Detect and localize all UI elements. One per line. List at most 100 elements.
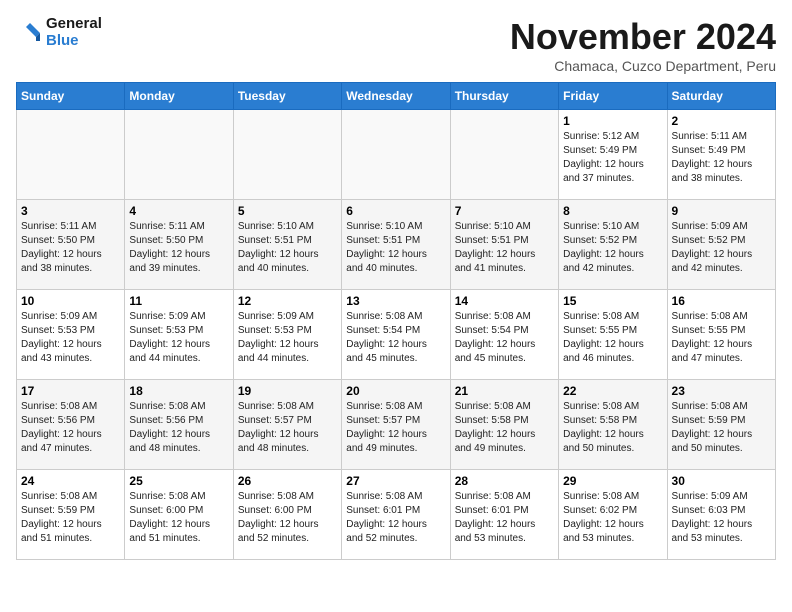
calendar-cell xyxy=(233,110,341,200)
calendar-cell: 18Sunrise: 5:08 AM Sunset: 5:56 PM Dayli… xyxy=(125,380,233,470)
calendar-week-5: 24 Sunrise: 5:08 AM Sunset: 5:59 PM Dayli… xyxy=(17,470,776,560)
day-info: Sunrise: 5:08 AM Sunset: 5:59 PM Dayligh… xyxy=(672,400,771,456)
day-number: 12 xyxy=(238,294,337,308)
day-number: 4 xyxy=(129,204,228,218)
day-number: 3 xyxy=(21,204,120,218)
day-info: Sunrise: 5:09 AM Sunset: 5:53 PM Dayligh… xyxy=(21,310,120,366)
calendar-cell xyxy=(342,110,450,200)
day-info: Sunrise: 5:08 AM Sunset: 6:02 PM Dayligh… xyxy=(563,490,662,546)
calendar-cell: 19 Sunrise: 5:08 AM Sunset: 5:57 PM Dayli… xyxy=(233,380,341,470)
calendar-cell: 16Sunrise: 5:08 AM Sunset: 5:55 PM Dayli… xyxy=(667,290,775,380)
weekday-header-sunday: Sunday xyxy=(17,83,125,110)
day-info: Sunrise: 5:09 AM Sunset: 5:52 PM Dayligh… xyxy=(672,220,771,276)
weekday-header-thursday: Thursday xyxy=(450,83,558,110)
location-subtitle: Chamaca, Cuzco Department, Peru xyxy=(510,58,776,74)
day-number: 28 xyxy=(455,474,554,488)
day-number: 21 xyxy=(455,384,554,398)
calendar-cell xyxy=(17,110,125,200)
calendar-cell: 11 Sunrise: 5:09 AM Sunset: 5:53 PM Dayli… xyxy=(125,290,233,380)
calendar-cell: 5Sunrise: 5:10 AM Sunset: 5:51 PM Daylig… xyxy=(233,200,341,290)
calendar-cell: 24 Sunrise: 5:08 AM Sunset: 5:59 PM Dayli… xyxy=(17,470,125,560)
calendar-cell: 25 Sunrise: 5:08 AM Sunset: 6:00 PM Dayli… xyxy=(125,470,233,560)
day-number: 15 xyxy=(563,294,662,308)
calendar-cell: 27Sunrise: 5:08 AM Sunset: 6:01 PM Dayli… xyxy=(342,470,450,560)
calendar-cell: 1Sunrise: 5:12 AM Sunset: 5:49 PM Daylig… xyxy=(559,110,667,200)
calendar-cell: 9 Sunrise: 5:09 AM Sunset: 5:52 PM Daylig… xyxy=(667,200,775,290)
weekday-header-saturday: Saturday xyxy=(667,83,775,110)
day-info: Sunrise: 5:11 AM Sunset: 5:49 PM Dayligh… xyxy=(672,130,771,186)
calendar-cell: 28 Sunrise: 5:08 AM Sunset: 6:01 PM Dayli… xyxy=(450,470,558,560)
calendar-cell: 15 Sunrise: 5:08 AM Sunset: 5:55 PM Dayli… xyxy=(559,290,667,380)
weekday-header-wednesday: Wednesday xyxy=(342,83,450,110)
calendar-week-1: 1Sunrise: 5:12 AM Sunset: 5:49 PM Daylig… xyxy=(17,110,776,200)
day-number: 26 xyxy=(238,474,337,488)
day-info: Sunrise: 5:08 AM Sunset: 5:55 PM Dayligh… xyxy=(563,310,662,366)
day-number: 9 xyxy=(672,204,771,218)
day-info: Sunrise: 5:09 AM Sunset: 5:53 PM Dayligh… xyxy=(238,310,337,366)
logo: General Blue xyxy=(16,16,102,49)
day-number: 13 xyxy=(346,294,445,308)
day-number: 7 xyxy=(455,204,554,218)
weekday-header-tuesday: Tuesday xyxy=(233,83,341,110)
day-number: 5 xyxy=(238,204,337,218)
calendar-cell: 8Sunrise: 5:10 AM Sunset: 5:52 PM Daylig… xyxy=(559,200,667,290)
day-info: Sunrise: 5:08 AM Sunset: 5:56 PM Dayligh… xyxy=(21,400,120,456)
logo-general: General xyxy=(46,16,102,33)
day-info: Sunrise: 5:08 AM Sunset: 5:55 PM Dayligh… xyxy=(672,310,771,366)
calendar-cell: 30 Sunrise: 5:09 AM Sunset: 6:03 PM Dayli… xyxy=(667,470,775,560)
day-number: 10 xyxy=(21,294,120,308)
calendar-week-3: 10 Sunrise: 5:09 AM Sunset: 5:53 PM Dayli… xyxy=(17,290,776,380)
calendar-cell: 29 Sunrise: 5:08 AM Sunset: 6:02 PM Dayli… xyxy=(559,470,667,560)
day-number: 23 xyxy=(672,384,771,398)
day-info: Sunrise: 5:08 AM Sunset: 5:54 PM Dayligh… xyxy=(455,310,554,366)
weekday-header-friday: Friday xyxy=(559,83,667,110)
day-number: 20 xyxy=(346,384,445,398)
day-number: 14 xyxy=(455,294,554,308)
day-info: Sunrise: 5:08 AM Sunset: 6:00 PM Dayligh… xyxy=(238,490,337,546)
calendar-cell: 3 Sunrise: 5:11 AM Sunset: 5:50 PM Daylig… xyxy=(17,200,125,290)
day-info: Sunrise: 5:11 AM Sunset: 5:50 PM Dayligh… xyxy=(129,220,228,276)
day-info: Sunrise: 5:09 AM Sunset: 5:53 PM Dayligh… xyxy=(129,310,228,366)
calendar-cell: 10 Sunrise: 5:09 AM Sunset: 5:53 PM Dayli… xyxy=(17,290,125,380)
day-info: Sunrise: 5:08 AM Sunset: 6:00 PM Dayligh… xyxy=(129,490,228,546)
day-info: Sunrise: 5:09 AM Sunset: 6:03 PM Dayligh… xyxy=(672,490,771,546)
day-number: 19 xyxy=(238,384,337,398)
logo-text-block: General Blue xyxy=(16,16,102,49)
calendar-cell: 26 Sunrise: 5:08 AM Sunset: 6:00 PM Dayli… xyxy=(233,470,341,560)
day-number: 8 xyxy=(563,204,662,218)
weekday-header-row: SundayMondayTuesdayWednesdayThursdayFrid… xyxy=(17,83,776,110)
calendar-cell: 14 Sunrise: 5:08 AM Sunset: 5:54 PM Dayli… xyxy=(450,290,558,380)
calendar-week-4: 17Sunrise: 5:08 AM Sunset: 5:56 PM Dayli… xyxy=(17,380,776,470)
page-header: General Blue November 2024 Chamaca, Cuzc… xyxy=(16,16,776,74)
day-info: Sunrise: 5:08 AM Sunset: 5:54 PM Dayligh… xyxy=(346,310,445,366)
day-info: Sunrise: 5:08 AM Sunset: 6:01 PM Dayligh… xyxy=(455,490,554,546)
day-info: Sunrise: 5:08 AM Sunset: 5:57 PM Dayligh… xyxy=(238,400,337,456)
day-number: 29 xyxy=(563,474,662,488)
day-number: 24 xyxy=(21,474,120,488)
weekday-header-monday: Monday xyxy=(125,83,233,110)
title-block: November 2024 Chamaca, Cuzco Department,… xyxy=(510,16,776,74)
day-number: 11 xyxy=(129,294,228,308)
month-title: November 2024 xyxy=(510,16,776,58)
day-number: 6 xyxy=(346,204,445,218)
calendar-cell: 21Sunrise: 5:08 AM Sunset: 5:58 PM Dayli… xyxy=(450,380,558,470)
day-info: Sunrise: 5:10 AM Sunset: 5:51 PM Dayligh… xyxy=(346,220,445,276)
day-number: 25 xyxy=(129,474,228,488)
calendar-cell: 22 Sunrise: 5:08 AM Sunset: 5:58 PM Dayli… xyxy=(559,380,667,470)
calendar-cell: 2 Sunrise: 5:11 AM Sunset: 5:49 PM Daylig… xyxy=(667,110,775,200)
day-info: Sunrise: 5:08 AM Sunset: 5:59 PM Dayligh… xyxy=(21,490,120,546)
day-number: 22 xyxy=(563,384,662,398)
calendar-cell: 4 Sunrise: 5:11 AM Sunset: 5:50 PM Daylig… xyxy=(125,200,233,290)
day-info: Sunrise: 5:08 AM Sunset: 5:58 PM Dayligh… xyxy=(563,400,662,456)
day-number: 30 xyxy=(672,474,771,488)
calendar-cell: 20 Sunrise: 5:08 AM Sunset: 5:57 PM Dayli… xyxy=(342,380,450,470)
calendar-cell: 7 Sunrise: 5:10 AM Sunset: 5:51 PM Daylig… xyxy=(450,200,558,290)
day-info: Sunrise: 5:10 AM Sunset: 5:51 PM Dayligh… xyxy=(455,220,554,276)
day-info: Sunrise: 5:08 AM Sunset: 6:01 PM Dayligh… xyxy=(346,490,445,546)
day-number: 1 xyxy=(563,114,662,128)
logo-bird-icon xyxy=(16,19,44,47)
calendar-week-2: 3 Sunrise: 5:11 AM Sunset: 5:50 PM Daylig… xyxy=(17,200,776,290)
day-info: Sunrise: 5:11 AM Sunset: 5:50 PM Dayligh… xyxy=(21,220,120,276)
day-info: Sunrise: 5:08 AM Sunset: 5:57 PM Dayligh… xyxy=(346,400,445,456)
day-number: 2 xyxy=(672,114,771,128)
